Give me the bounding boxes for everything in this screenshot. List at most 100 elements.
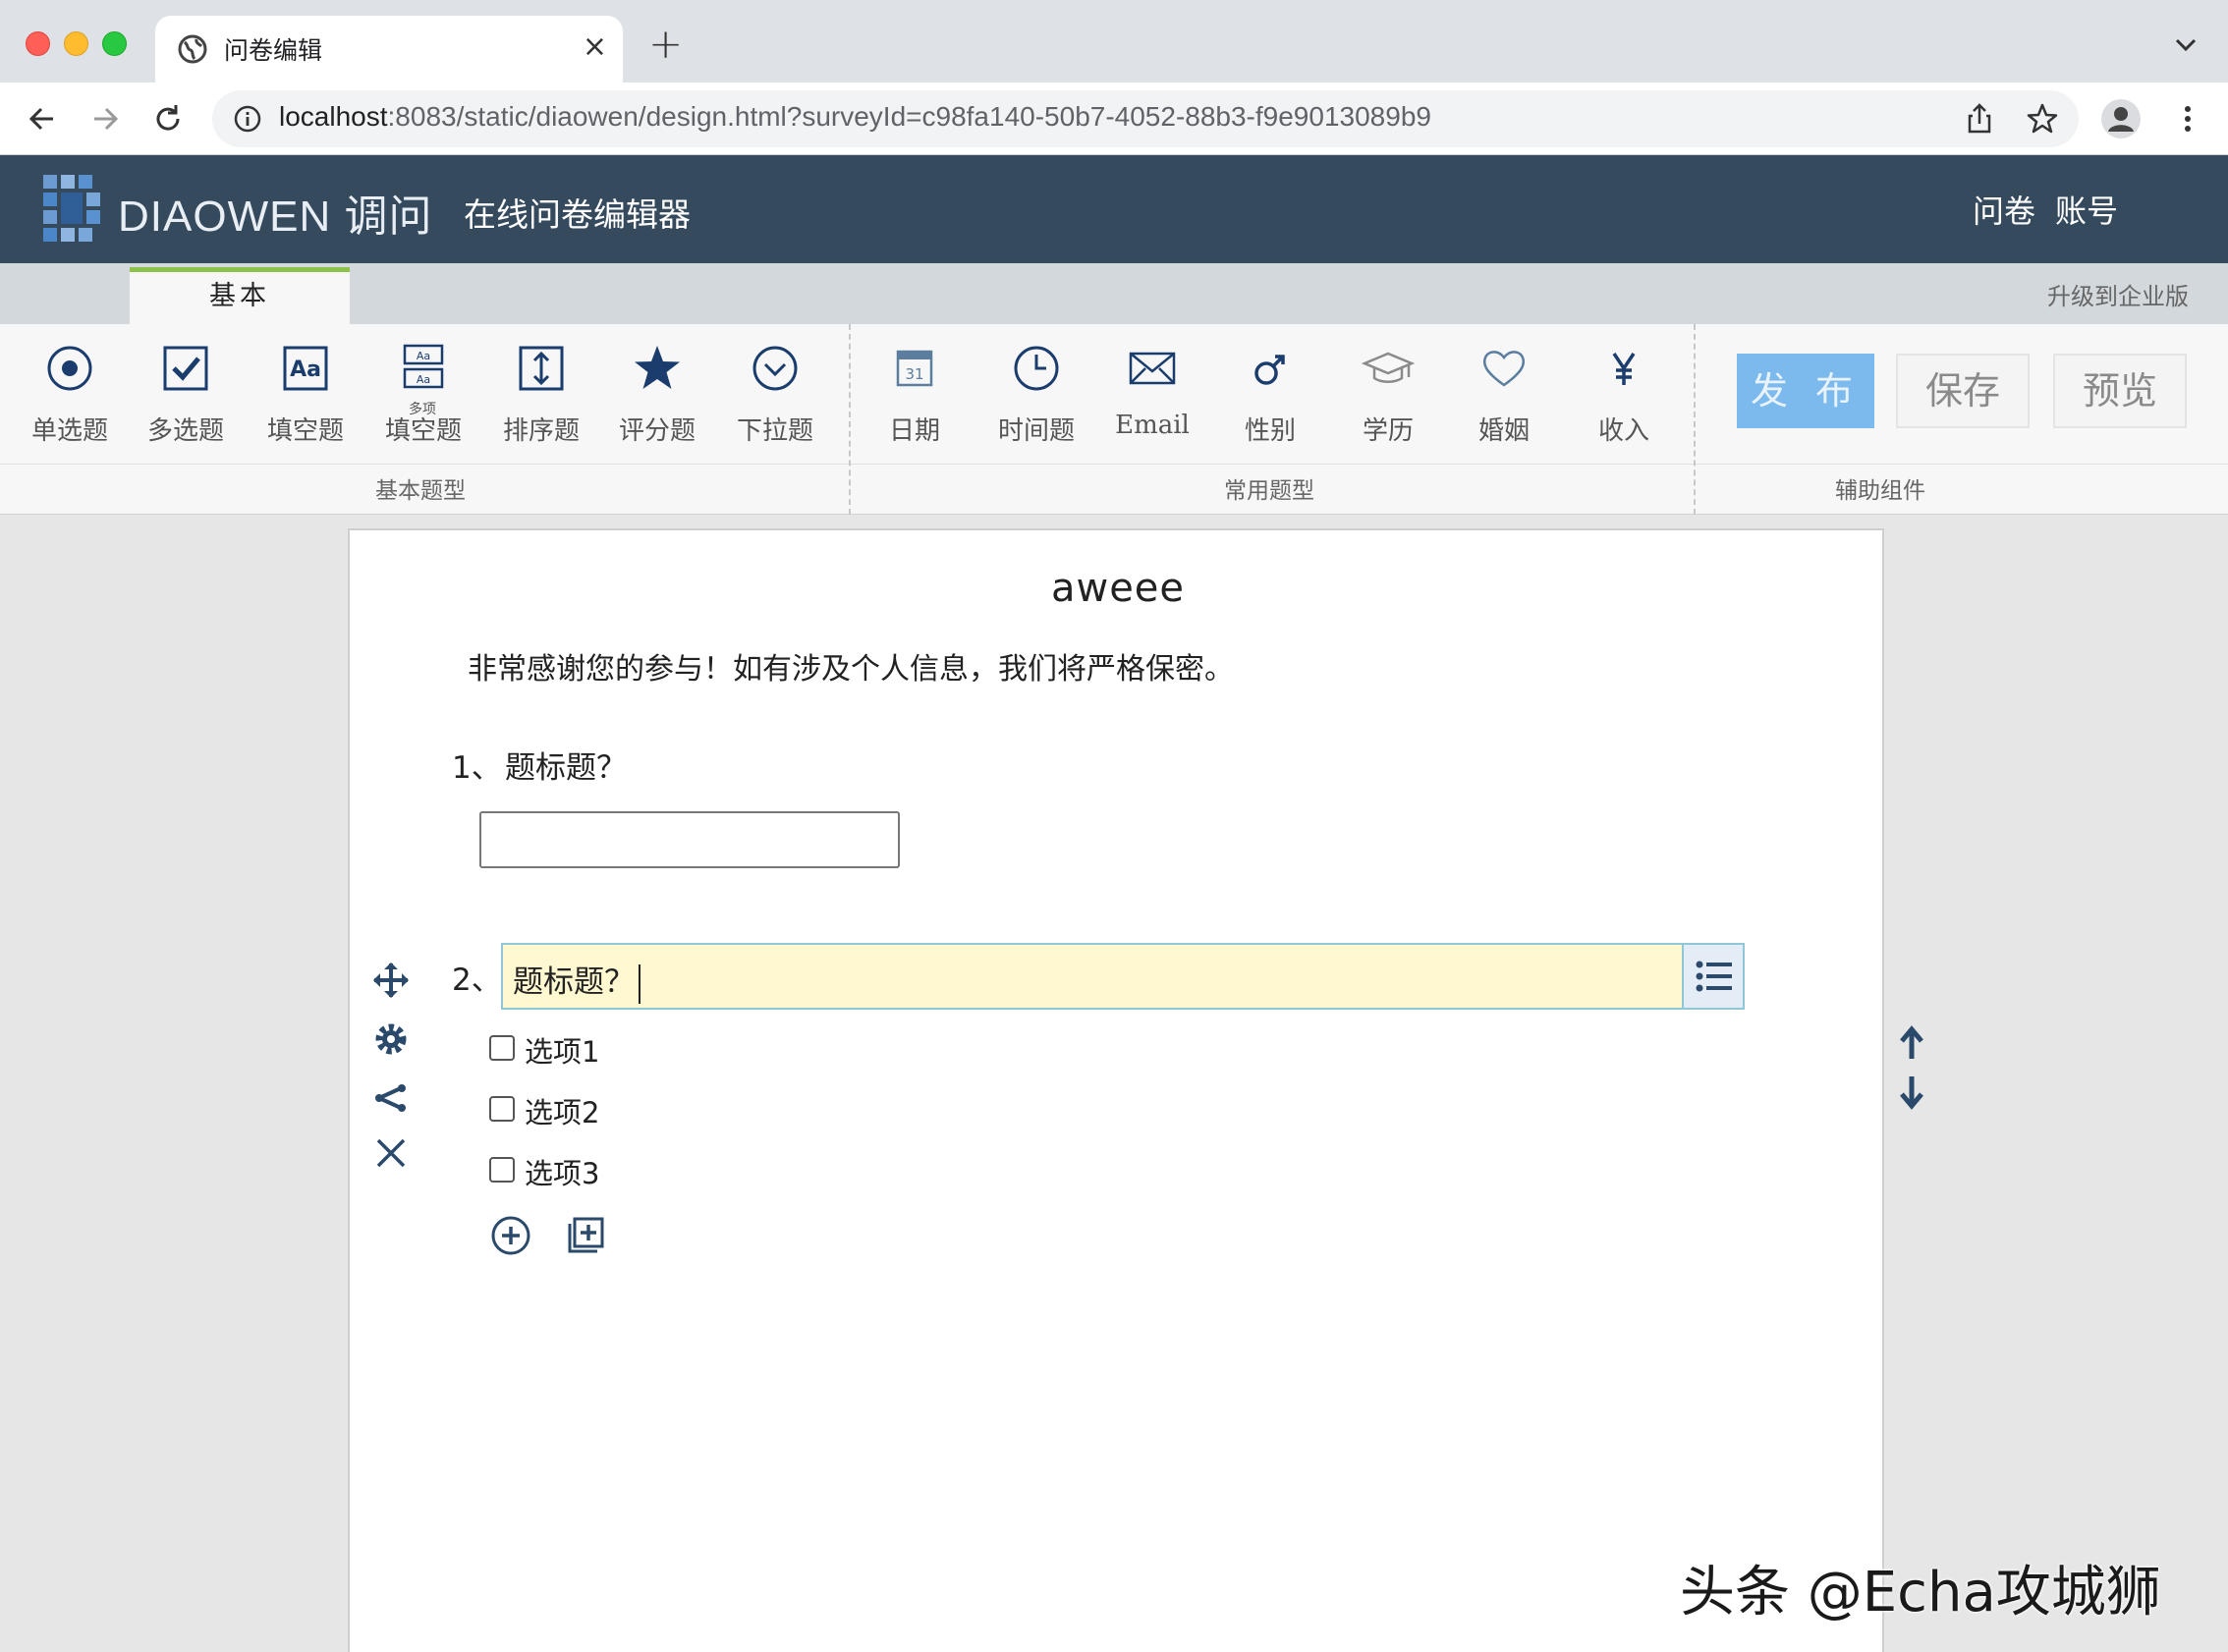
question-2-number: 2、 — [452, 963, 502, 998]
publish-button[interactable]: 发 布 — [1737, 354, 1874, 428]
option-checkbox[interactable] — [489, 1157, 515, 1183]
move-down-arrow-icon[interactable] — [1894, 1073, 1929, 1112]
address-bar[interactable]: localhost:8083/static/diaowen/design.htm… — [212, 90, 2079, 147]
app-header: DIAOWEN 调问 在线问卷编辑器 问卷 账号 — [0, 155, 2228, 263]
gear-icon[interactable] — [371, 1019, 411, 1059]
globe-icon — [178, 34, 207, 64]
clock-icon — [1014, 346, 1059, 391]
dropdown-circle-icon — [752, 346, 798, 391]
tool-fill-blank[interactable]: Aa 填空题 — [251, 342, 360, 460]
sort-icon — [519, 346, 564, 391]
graduation-cap-icon — [1362, 352, 1415, 383]
svg-text:31: 31 — [905, 365, 923, 383]
tab-title: 问卷编辑 — [224, 36, 323, 65]
group-label-common: 常用题型 — [1224, 478, 1314, 504]
group-label-auxiliary: 辅助组件 — [1835, 478, 1925, 504]
browser-tab-active[interactable]: 问卷编辑 × — [155, 16, 623, 83]
tool-rating[interactable]: 评分题 — [603, 342, 711, 460]
browser-toolbar: localhost:8083/static/diaowen/design.htm… — [0, 83, 2228, 155]
nav-link-surveys[interactable]: 问卷 — [1973, 187, 2035, 232]
tool-marriage[interactable]: 婚姻 — [1450, 342, 1558, 460]
svg-text:Aa: Aa — [417, 350, 430, 362]
checkbox-icon — [163, 346, 208, 391]
reload-icon[interactable] — [149, 100, 187, 138]
tool-time[interactable]: 时间题 — [982, 342, 1090, 460]
app-subtitle: 在线问卷编辑器 — [464, 195, 691, 234]
move-icon[interactable] — [371, 961, 411, 1000]
option-label[interactable]: 选项1 — [525, 1029, 599, 1071]
browser-tab-bar: 问卷编辑 × + — [0, 0, 2228, 83]
text-field-icon: Aa — [283, 346, 328, 391]
text-caret — [639, 964, 641, 1004]
star-icon — [635, 346, 680, 389]
question-1-number: 1、 — [452, 750, 502, 786]
profile-avatar-icon[interactable] — [2100, 98, 2142, 139]
site-info-icon[interactable] — [232, 103, 263, 135]
add-option-icon[interactable] — [489, 1214, 532, 1257]
diaowen-logo-icon — [43, 175, 100, 242]
envelope-icon — [1129, 352, 1176, 385]
group-divider — [1694, 324, 1696, 515]
option-label[interactable]: 选项2 — [525, 1090, 599, 1131]
tool-date[interactable]: 31 日期 — [861, 342, 969, 460]
group-label-divider — [0, 464, 2228, 465]
multi-text-field-icon: Aa Aa — [403, 344, 444, 389]
survey-canvas: aweee 非常感谢您的参与！如有涉及个人信息，我们将严格保密。 1、 题标题？… — [348, 528, 1923, 1652]
question-type-toolbar: 单选题 多选题 Aa 填空题 Aa Aa 填空题 多项 排序题 评分题 下拉题 3… — [0, 324, 2228, 515]
logo-text: DIAOWEN 调问 — [118, 193, 433, 241]
tool-income[interactable]: 收入 — [1570, 342, 1678, 460]
preview-button[interactable]: 预览 — [2053, 354, 2187, 428]
chevron-down-icon[interactable] — [2171, 29, 2200, 59]
multi-fill-badge: 多项 — [409, 402, 436, 417]
nav-link-account[interactable]: 账号 — [2055, 187, 2118, 232]
bookmark-star-icon[interactable] — [2024, 100, 2061, 138]
new-tab-button[interactable]: + — [648, 24, 683, 65]
delete-x-icon[interactable] — [371, 1133, 411, 1173]
question-1-title[interactable]: 题标题？ — [505, 743, 627, 787]
list-icon — [1696, 961, 1732, 992]
tool-dropdown[interactable]: 下拉题 — [721, 342, 829, 460]
group-label-basic: 基本题型 — [375, 478, 466, 504]
window-close-button[interactable] — [26, 31, 50, 56]
radio-icon — [47, 346, 92, 391]
ribbon-tab-bar: 基本 升级到企业版 — [0, 263, 2228, 324]
option-checkbox[interactable] — [489, 1035, 515, 1061]
tool-multiple-choice[interactable]: 多选题 — [132, 342, 240, 460]
logic-branch-icon[interactable] — [371, 1078, 411, 1118]
move-up-arrow-icon[interactable] — [1894, 1023, 1929, 1063]
gender-icon — [1254, 355, 1285, 385]
save-button[interactable]: 保存 — [1896, 354, 2030, 428]
window-minimize-button[interactable] — [64, 31, 88, 56]
more-vertical-icon[interactable] — [2169, 100, 2206, 138]
question-2-options-menu-button[interactable] — [1682, 945, 1743, 1008]
tab-close-icon[interactable]: × — [583, 29, 607, 65]
tool-education[interactable]: 学历 — [1334, 342, 1442, 460]
window-maximize-button[interactable] — [102, 31, 127, 56]
heart-icon — [1483, 351, 1525, 387]
survey-description[interactable]: 非常感谢您的参与！如有涉及个人信息，我们将严格保密。 — [468, 644, 1234, 688]
upgrade-enterprise-link[interactable]: 升级到企业版 — [2047, 277, 2189, 311]
group-divider — [849, 324, 851, 515]
svg-text:Aa: Aa — [290, 358, 321, 382]
share-icon[interactable] — [1961, 100, 1998, 138]
option-label[interactable]: 选项3 — [525, 1151, 599, 1192]
tool-sort[interactable]: 排序题 — [487, 342, 595, 460]
tool-email[interactable]: Email — [1098, 342, 1206, 460]
question-1-answer-input[interactable] — [479, 811, 900, 868]
question-2-title-editor[interactable]: 题标题？ — [501, 943, 1745, 1010]
url-text: localhost:8083/static/diaowen/design.htm… — [279, 101, 1431, 132]
survey-title[interactable]: aweee — [350, 566, 1886, 611]
svg-text:Aa: Aa — [417, 373, 430, 386]
calendar-icon: 31 — [896, 350, 933, 387]
tool-single-choice[interactable]: 单选题 — [16, 342, 124, 460]
question-2-title: 题标题？ — [513, 964, 635, 1000]
tab-basic[interactable]: 基本 — [130, 267, 350, 324]
option-checkbox[interactable] — [489, 1096, 515, 1122]
yen-icon — [1612, 353, 1636, 385]
watermark: 头条 @Echa攻城狮 — [1680, 1561, 2161, 1624]
tool-multi-fill-blank[interactable]: Aa Aa 填空题 多项 — [369, 342, 477, 460]
back-arrow-icon[interactable] — [24, 100, 61, 138]
tool-gender[interactable]: 性别 — [1216, 342, 1324, 460]
forward-arrow-icon[interactable] — [86, 100, 124, 138]
batch-add-option-icon[interactable] — [564, 1214, 607, 1257]
